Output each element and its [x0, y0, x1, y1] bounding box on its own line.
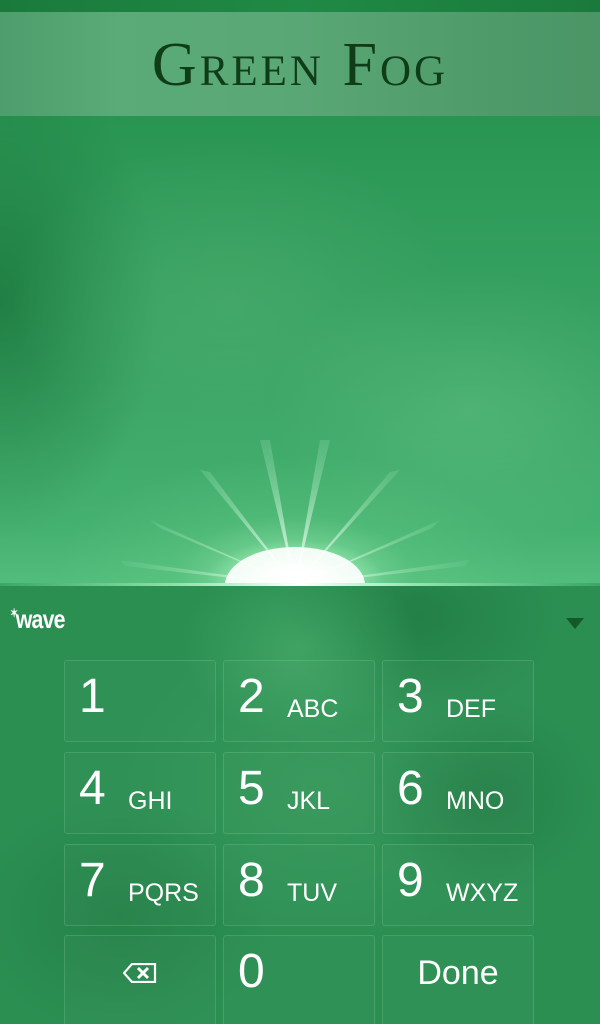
key-digit: 5 — [238, 762, 265, 815]
key-6[interactable]: 6 MNO — [382, 752, 534, 834]
key-digit: 7 — [79, 854, 106, 907]
key-digit: 3 — [397, 670, 424, 723]
key-letters: JKL — [287, 787, 331, 815]
numeric-keyboard: ✶wave 1 2 ABC 3 DEF 4 GHI 5 JKL 6 MNO 7 … — [0, 586, 600, 1024]
wave-logo: ✶wave — [10, 604, 65, 635]
chevron-down-icon — [566, 618, 584, 629]
key-3[interactable]: 3 DEF — [382, 660, 534, 742]
backspace-icon — [123, 963, 157, 983]
key-digit: 9 — [397, 854, 424, 907]
key-1[interactable]: 1 — [64, 660, 216, 742]
done-key[interactable]: Done — [382, 935, 534, 1024]
key-digit: 6 — [397, 762, 424, 815]
done-label: Done — [417, 953, 499, 992]
key-0[interactable]: 0 — [223, 935, 375, 1024]
key-digit: 8 — [238, 854, 265, 907]
top-strip — [0, 0, 600, 12]
key-letters: ABC — [287, 695, 339, 723]
key-5[interactable]: 5 JKL — [223, 752, 375, 834]
key-8[interactable]: 8 TUV — [223, 844, 375, 926]
brand-label: wave — [15, 604, 66, 634]
key-9[interactable]: 9 WXYZ — [382, 844, 534, 926]
key-digit: 4 — [79, 762, 106, 815]
key-7[interactable]: 7 PQRS — [64, 844, 216, 926]
backspace-key[interactable] — [64, 935, 216, 1024]
collapse-keyboard-button[interactable] — [564, 616, 586, 632]
key-2[interactable]: 2 ABC — [223, 660, 375, 742]
key-digit: 1 — [79, 670, 106, 723]
key-digit: 0 — [238, 945, 265, 998]
key-letters: TUV — [287, 879, 337, 907]
key-letters: MNO — [446, 787, 505, 815]
key-letters: PQRS — [128, 879, 199, 907]
spark-icon: ✶ — [10, 606, 18, 620]
key-letters: DEF — [446, 695, 496, 723]
key-letters: GHI — [128, 787, 173, 815]
theme-title: Green Fog — [151, 30, 449, 99]
key-letters: WXYZ — [446, 879, 519, 907]
key-4[interactable]: 4 GHI — [64, 752, 216, 834]
theme-title-bar: Green Fog — [0, 12, 600, 116]
key-digit: 2 — [238, 670, 265, 723]
